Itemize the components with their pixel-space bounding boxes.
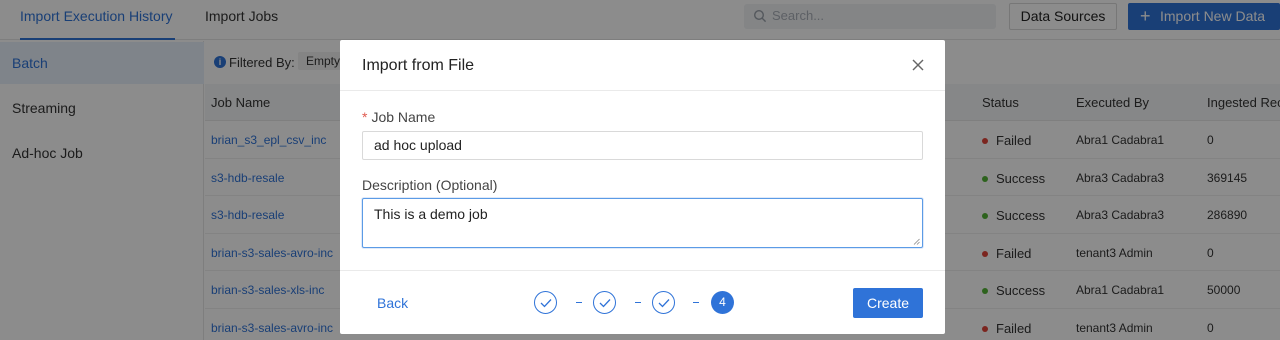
step-1-complete xyxy=(534,291,557,314)
back-button[interactable]: Back xyxy=(377,295,408,311)
step-separator xyxy=(635,302,641,303)
step-separator xyxy=(693,302,699,303)
create-button[interactable]: Create xyxy=(853,288,923,318)
job-name-field[interactable]: ad hoc upload xyxy=(362,131,923,160)
resize-handle-icon[interactable] xyxy=(913,238,920,245)
description-label: Description (Optional) xyxy=(362,177,498,193)
job-name-label-text: Job Name xyxy=(371,109,436,125)
modal-title: Import from File xyxy=(362,57,475,74)
check-icon xyxy=(658,299,670,308)
modal-footer: Back 4 Create xyxy=(340,270,945,334)
check-icon xyxy=(599,299,611,308)
step-separator xyxy=(576,302,582,303)
modal-header: Import from File xyxy=(340,40,945,91)
step-4-current: 4 xyxy=(711,291,734,314)
description-value: This is a demo job xyxy=(374,206,488,222)
description-field[interactable]: This is a demo job xyxy=(362,198,923,248)
step-2-complete xyxy=(593,291,616,314)
step-3-complete xyxy=(652,291,675,314)
close-icon[interactable] xyxy=(910,57,926,73)
check-icon xyxy=(540,299,552,308)
required-mark: * xyxy=(362,109,368,125)
job-name-label: * Job Name xyxy=(362,109,435,125)
import-from-file-modal: Import from File * Job Name ad hoc upload… xyxy=(340,40,945,334)
